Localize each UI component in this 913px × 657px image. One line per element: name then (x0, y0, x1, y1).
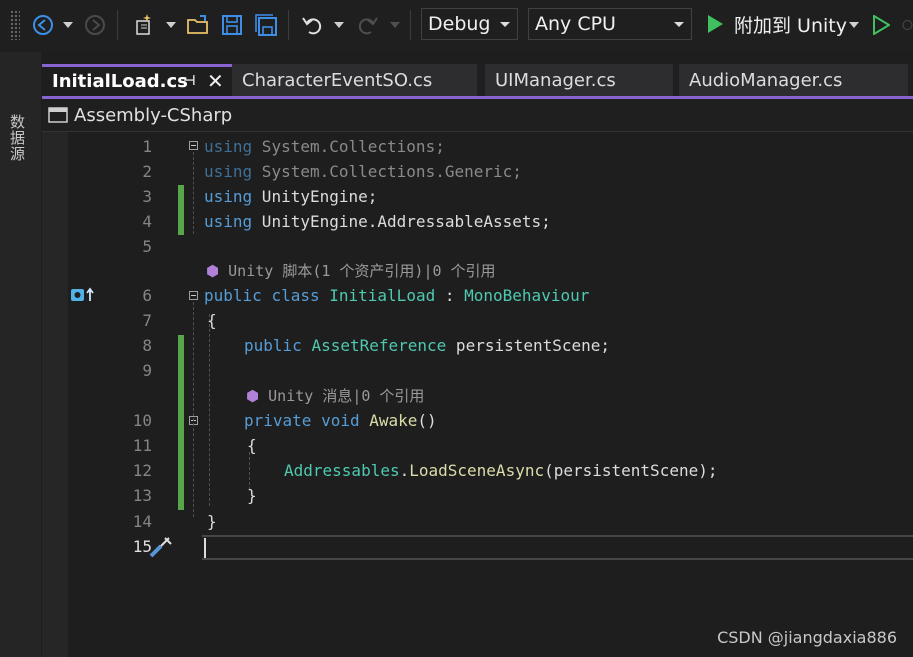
change-indicator (178, 185, 184, 235)
code-line-8: public AssetReference persistentScene; (244, 336, 611, 355)
code-line-1: using System.Collections; (204, 137, 445, 156)
csharp-project-icon (48, 107, 68, 123)
unity-cube-icon: ⬢ (246, 387, 260, 405)
method-codelens[interactable]: ⬢ Unity 消息|0 个引用 (246, 384, 424, 409)
back-icon[interactable] (30, 10, 56, 40)
quick-actions-screwdriver-icon[interactable] (147, 536, 175, 558)
tab-label: CharacterEventSO.cs (242, 69, 433, 91)
solution-platform-dropdown[interactable]: Any CPU (528, 8, 692, 40)
code-line-4: using UnityEngine.AddressableAssets; (204, 212, 551, 231)
indent-guide (193, 152, 194, 234)
project-name: Assembly-CSharp (74, 104, 233, 126)
line-number: 11 (132, 436, 152, 455)
tab-audiomanager[interactable]: AudioManager.cs (679, 64, 908, 96)
start-without-debugging-icon[interactable] (868, 10, 894, 40)
solution-configuration-dropdown[interactable]: Debug (421, 8, 518, 40)
line-number: 9 (142, 361, 152, 380)
code-editor[interactable]: 1 2 3 4 5 6 7 8 9 10 11 12 13 14 15 usin… (42, 132, 913, 657)
code-line-2: using System.Collections.Generic; (204, 162, 522, 181)
document-tab-strip: InitialLoad.cs ⊣ ✕ CharacterEventSO.cs U… (42, 64, 913, 96)
line-number: 5 (142, 237, 152, 256)
save-icon[interactable] (218, 10, 246, 40)
class-codelens[interactable]: ⬢ Unity 脚本(1 个资产引用)|0 个引用 (206, 259, 496, 284)
watermark: CSDN @jiangdaxia886 (717, 628, 897, 647)
tab-initialload[interactable]: InitialLoad.cs ⊣ ✕ (42, 64, 232, 96)
code-line-3: using UnityEngine; (204, 187, 378, 206)
line-number: 1 (142, 137, 152, 156)
attach-to-unity-button[interactable]: 附加到 Unity (706, 8, 847, 40)
undo-chevron-down-icon[interactable] (332, 10, 346, 40)
line-number: 4 (142, 212, 152, 231)
code-line-7: { (207, 311, 217, 330)
open-folder-icon[interactable] (184, 10, 212, 40)
current-line-highlight (202, 535, 913, 560)
line-number: 12 (132, 461, 152, 480)
code-line-10: private void Awake() (244, 411, 437, 430)
project-navigation-bar[interactable]: Assembly-CSharp (42, 99, 913, 132)
side-tool-strip: 数据源 (0, 52, 41, 657)
change-indicator (178, 335, 184, 510)
close-icon[interactable]: ✕ (207, 69, 224, 93)
forward-icon[interactable] (82, 10, 108, 40)
line-number: 3 (142, 187, 152, 206)
line-number: 8 (142, 336, 152, 355)
line-number: 6 (142, 286, 152, 305)
glyph-margin (42, 132, 68, 657)
back-dropdown-chevron-down-icon[interactable] (60, 10, 76, 40)
line-number: 13 (132, 486, 152, 505)
unity-cube-icon: ⬢ (206, 262, 220, 280)
tab-label: InitialLoad.cs (52, 71, 188, 92)
main-toolbar: Debug Any CPU 附加到 Unity (0, 0, 913, 52)
line-number: 14 (132, 512, 152, 531)
tab-label: UIManager.cs (495, 69, 616, 91)
line-number: 7 (142, 311, 152, 330)
redo-icon[interactable] (354, 10, 382, 40)
toolbar-separator (410, 10, 411, 40)
new-item-chevron-down-icon[interactable] (164, 10, 178, 40)
save-all-icon[interactable] (252, 10, 280, 40)
toolbar-separator (117, 10, 118, 40)
tab-charactereventso[interactable]: CharacterEventSO.cs (232, 64, 477, 96)
indent-guide (209, 314, 210, 506)
new-item-icon[interactable] (130, 10, 158, 40)
solution-platform-value: Any CPU (535, 13, 616, 35)
attach-to-unity-label: 附加到 Unity (734, 14, 847, 37)
line-number: 2 (142, 162, 152, 181)
toolbar-grip[interactable] (10, 10, 20, 40)
collapse-region-icon[interactable] (189, 291, 198, 300)
code-line-12: Addressables.LoadSceneAsync(persistentSc… (284, 461, 718, 480)
code-line-14: } (207, 512, 217, 531)
hot-reload-icon[interactable] (902, 10, 913, 40)
play-icon (708, 15, 723, 33)
pin-icon[interactable]: ⊣ (183, 73, 196, 89)
toolbar-separator (288, 10, 289, 40)
code-line-11: { (247, 436, 257, 455)
unity-message-marker-icon[interactable] (70, 287, 96, 303)
code-line-6: public class InitialLoad : MonoBehaviour (204, 286, 590, 305)
redo-chevron-down-icon[interactable] (388, 10, 402, 40)
chevron-down-icon (500, 22, 510, 27)
tab-uimanager[interactable]: UIManager.cs (485, 64, 673, 96)
collapse-region-icon[interactable] (189, 141, 198, 150)
undo-icon[interactable] (298, 10, 326, 40)
line-number: 15 (132, 537, 152, 556)
run-chevron-down-icon[interactable] (846, 10, 862, 40)
data-sources-tab[interactable]: 数据源 (8, 114, 28, 162)
code-line-13: } (247, 486, 257, 505)
text-caret (204, 538, 206, 558)
chevron-down-icon (674, 22, 684, 27)
indent-guide (193, 302, 194, 517)
solution-configuration-value: Debug (428, 13, 491, 35)
line-number: 10 (132, 411, 152, 430)
tab-label: AudioManager.cs (689, 69, 843, 91)
